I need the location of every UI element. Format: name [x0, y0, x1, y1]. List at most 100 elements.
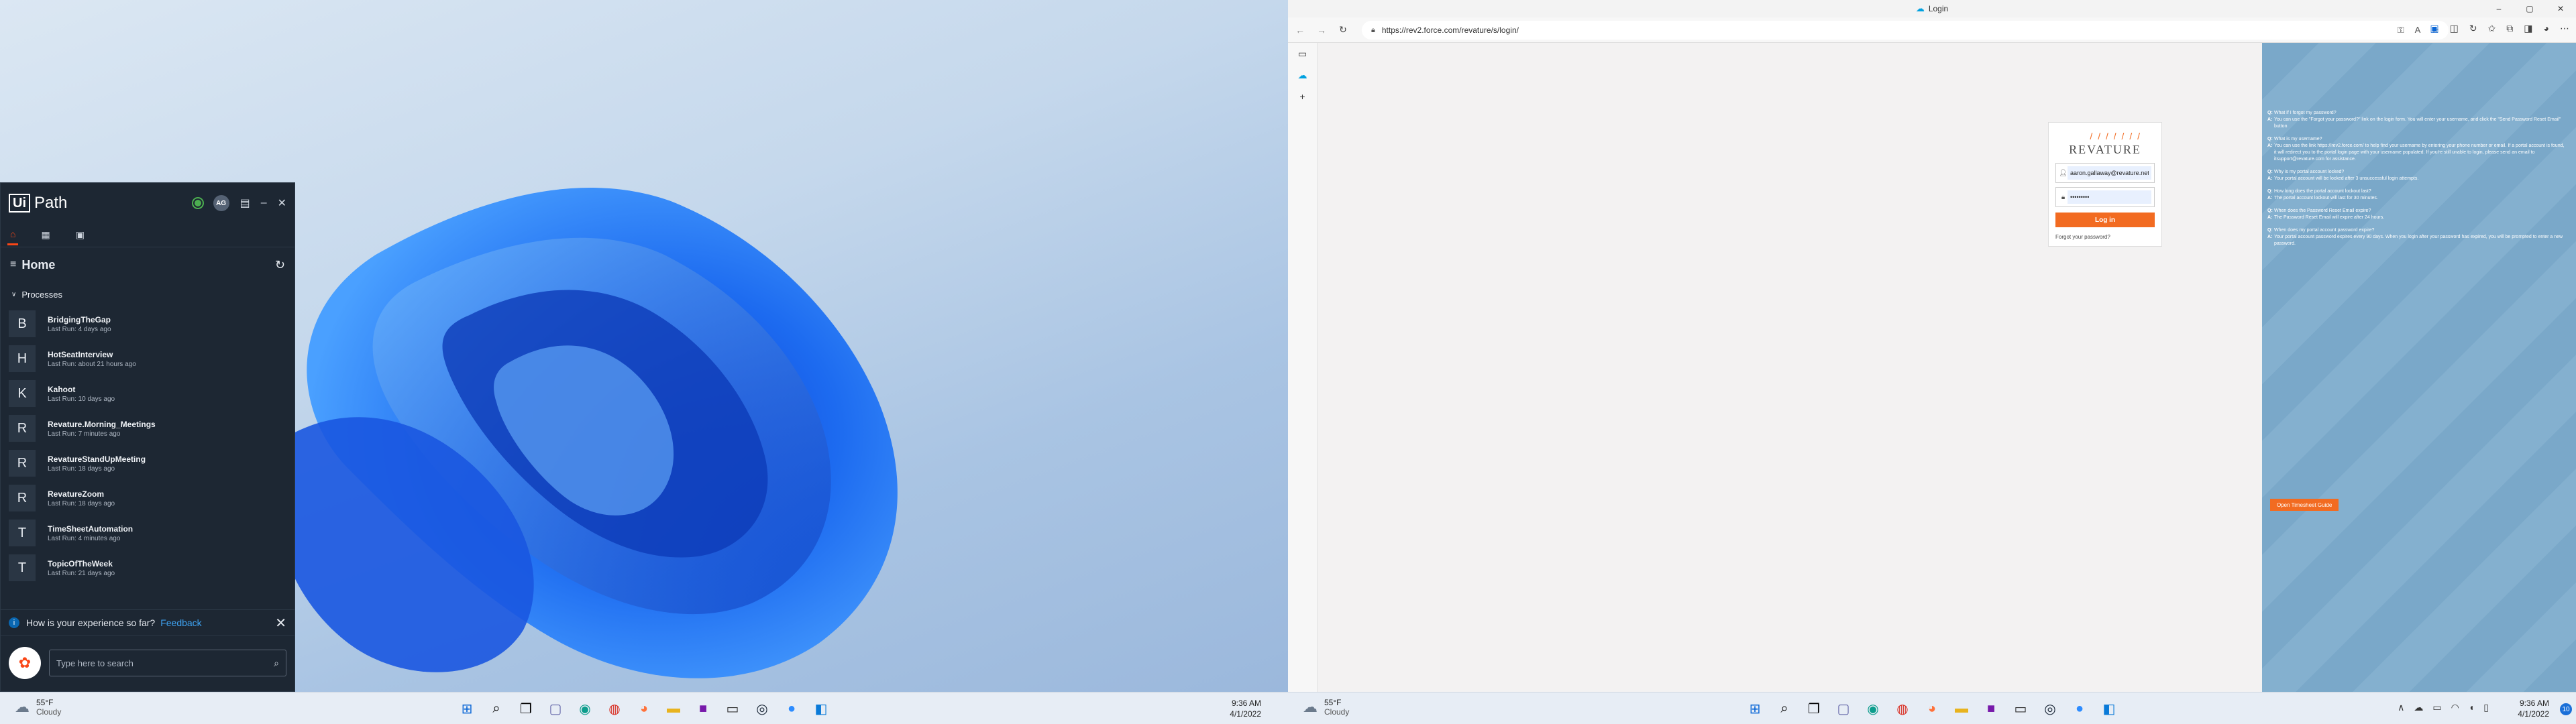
chrome-icon[interactable]: ◍	[604, 698, 625, 719]
firefox-icon[interactable]: ◕	[1921, 698, 1943, 719]
lock-icon[interactable]: 🔒︎	[1371, 26, 1375, 35]
firefox-icon[interactable]: ◕	[633, 698, 655, 719]
terminal-icon[interactable]: ▭	[2010, 698, 2031, 719]
read-aloud-icon[interactable]: A	[2415, 25, 2421, 36]
uipath-icon[interactable]: ◧	[2098, 698, 2120, 719]
tab-calendar-icon[interactable]: ▦	[38, 225, 52, 245]
close-icon[interactable]: ✕	[278, 196, 286, 210]
feedback-link[interactable]: Feedback	[160, 617, 201, 628]
temperature: 55°F	[1324, 698, 1342, 707]
chrome-icon[interactable]: ◍	[1892, 698, 1913, 719]
back-icon[interactable]: ←	[1291, 25, 1309, 36]
tab-actions-icon[interactable]: ▭	[1288, 43, 1317, 64]
status-online-icon[interactable]	[193, 198, 203, 208]
extension-icon[interactable]: ◫	[2450, 23, 2459, 34]
password-input[interactable]	[2068, 190, 2151, 204]
tab-store-icon[interactable]: ▣	[73, 225, 87, 245]
new-tab-icon[interactable]: +	[1288, 86, 1317, 107]
process-letter-icon: H	[9, 345, 36, 372]
onedrive-icon[interactable]: ☁	[2414, 702, 2423, 713]
weather-widget[interactable]: ☁ 55°F Cloudy	[1303, 698, 1349, 717]
username-input[interactable]	[2068, 166, 2151, 180]
list-item[interactable]: B BridgingTheGap Last Run: 4 days ago	[1, 306, 294, 341]
browser-toolbar: ▣ ◫ ↻ ✩ ⧉ ◨ ◕ ⋯	[2430, 23, 2569, 34]
profile-icon[interactable]: ◕	[2544, 23, 2549, 34]
address-bar[interactable]: 🔒︎ https://rev2.force.com/revature/s/log…	[1362, 21, 2449, 40]
list-item[interactable]: H HotSeatInterview Last Run: about 21 hour…	[1, 341, 294, 376]
search-icon[interactable]: ⌕	[486, 698, 507, 719]
salesforce-cloud-icon: ☁	[1915, 3, 1925, 13]
display-icon[interactable]: ▭	[2432, 702, 2441, 713]
login-button[interactable]: Log in	[2055, 213, 2155, 227]
faq-list: Q: What if I forgot my password? A: You ca…	[2262, 110, 2571, 253]
hamburger-menu-icon[interactable]: ≡	[10, 259, 16, 271]
start-icon[interactable]: ⊞	[456, 698, 478, 719]
search-icon[interactable]: ⌕	[1774, 698, 1795, 719]
steam-icon[interactable]: ◎	[751, 698, 773, 719]
start-icon[interactable]: ⊞	[1744, 698, 1766, 719]
robot-avatar-icon[interactable]: ✿	[9, 647, 41, 679]
salesforce-tab-icon[interactable]: ☁	[1288, 64, 1317, 86]
notification-badge[interactable]: 10	[2560, 703, 2572, 715]
battery-icon[interactable]: ▯	[2483, 702, 2489, 713]
process-name: RevatureZoom	[48, 489, 105, 499]
teams-chat-icon[interactable]: ▢	[1833, 698, 1854, 719]
onenote-icon[interactable]: ■	[692, 698, 714, 719]
dock-panel-icon[interactable]: ▤	[240, 196, 250, 210]
chevron-up-icon[interactable]: ∧	[2398, 702, 2404, 713]
volume-icon[interactable]: ◖	[2469, 702, 2474, 713]
task-view-icon[interactable]: ❐	[1803, 698, 1825, 719]
teams-chat-icon[interactable]: ▢	[545, 698, 566, 719]
search-icon[interactable]: ⌕	[274, 658, 279, 669]
process-last-run: Last Run: 18 days ago	[48, 499, 115, 507]
user-avatar[interactable]: AG	[213, 195, 229, 211]
close-icon[interactable]: ✕	[275, 615, 286, 631]
close-icon[interactable]: ✕	[2545, 0, 2576, 17]
refresh-extension-icon[interactable]: ↻	[2469, 23, 2477, 34]
wifi-icon[interactable]: ◠	[2451, 702, 2459, 713]
faq-answer: You can use the link https://rev2.force.…	[2274, 143, 2565, 162]
extension-icon[interactable]: ▣	[2430, 23, 2438, 34]
edge-icon[interactable]: ◉	[1862, 698, 1884, 719]
search-input[interactable]	[56, 658, 274, 668]
terminal-icon[interactable]: ▭	[722, 698, 743, 719]
list-item[interactable]: R Revature.Morning_Meetings Last Run: 7 mi…	[1, 411, 294, 446]
collections-icon[interactable]: ⧉	[2506, 23, 2513, 34]
temperature: 55°F	[36, 698, 54, 707]
tab-home-icon[interactable]: ⌂	[7, 225, 19, 245]
minimize-icon[interactable]: –	[261, 197, 267, 209]
minimize-icon[interactable]: –	[2483, 0, 2514, 17]
reload-icon[interactable]: ↻	[1334, 24, 1352, 36]
refresh-icon[interactable]: ↻	[275, 258, 285, 272]
list-item[interactable]: T TimeSheetAutomation Last Run: 4 minutes …	[1, 516, 294, 550]
task-view-icon[interactable]: ❐	[515, 698, 537, 719]
split-screen-icon[interactable]: ◨	[2524, 23, 2532, 34]
taskbar: ☁ 55°F Cloudy ⊞ ⌕ ❐ ▢ ◉ ◍ ◕ ▬ ■ ▭ ◎ ● ◧ ∧…	[1288, 692, 2576, 724]
zoom-icon[interactable]: ●	[2069, 698, 2090, 719]
key-icon[interactable]: ⚿	[2398, 25, 2404, 36]
user-icon: 👤︎	[2059, 169, 2068, 177]
list-item[interactable]: K Kahoot Last Run: 10 days ago	[1, 376, 294, 411]
clock[interactable]: 9:36 AM 4/1/2022	[1230, 698, 1261, 719]
forgot-password-link[interactable]: Forgot your password?	[2055, 234, 2110, 240]
process-letter-icon: B	[9, 310, 36, 337]
edge-icon[interactable]: ◉	[574, 698, 596, 719]
weather-widget[interactable]: ☁ 55°F Cloudy	[15, 698, 61, 717]
file-explorer-icon[interactable]: ▬	[663, 698, 684, 719]
maximize-icon[interactable]: ▢	[2514, 0, 2545, 17]
list-item[interactable]: R RevatureZoom Last Run: 18 days ago	[1, 481, 294, 516]
file-explorer-icon[interactable]: ▬	[1951, 698, 1972, 719]
favorites-icon[interactable]: ✩	[2488, 23, 2496, 34]
more-icon[interactable]: ⋯	[2560, 23, 2569, 34]
list-item[interactable]: R RevatureStandUpMeeting Last Run: 18 days…	[1, 446, 294, 481]
processes-section-header[interactable]: ∨ Processes	[1, 282, 294, 306]
open-timesheet-guide-button[interactable]: Open Timesheet Guide	[2270, 499, 2339, 511]
onenote-icon[interactable]: ■	[1980, 698, 2002, 719]
clock-time: 9:36 AM	[2519, 699, 2549, 708]
clock[interactable]: 9:36 AM 4/1/2022	[2518, 698, 2549, 719]
forward-icon[interactable]: →	[1312, 25, 1331, 36]
steam-icon[interactable]: ◎	[2039, 698, 2061, 719]
list-item[interactable]: T TopicOfTheWeek Last Run: 21 days ago	[1, 550, 294, 585]
uipath-icon[interactable]: ◧	[810, 698, 832, 719]
zoom-icon[interactable]: ●	[781, 698, 802, 719]
